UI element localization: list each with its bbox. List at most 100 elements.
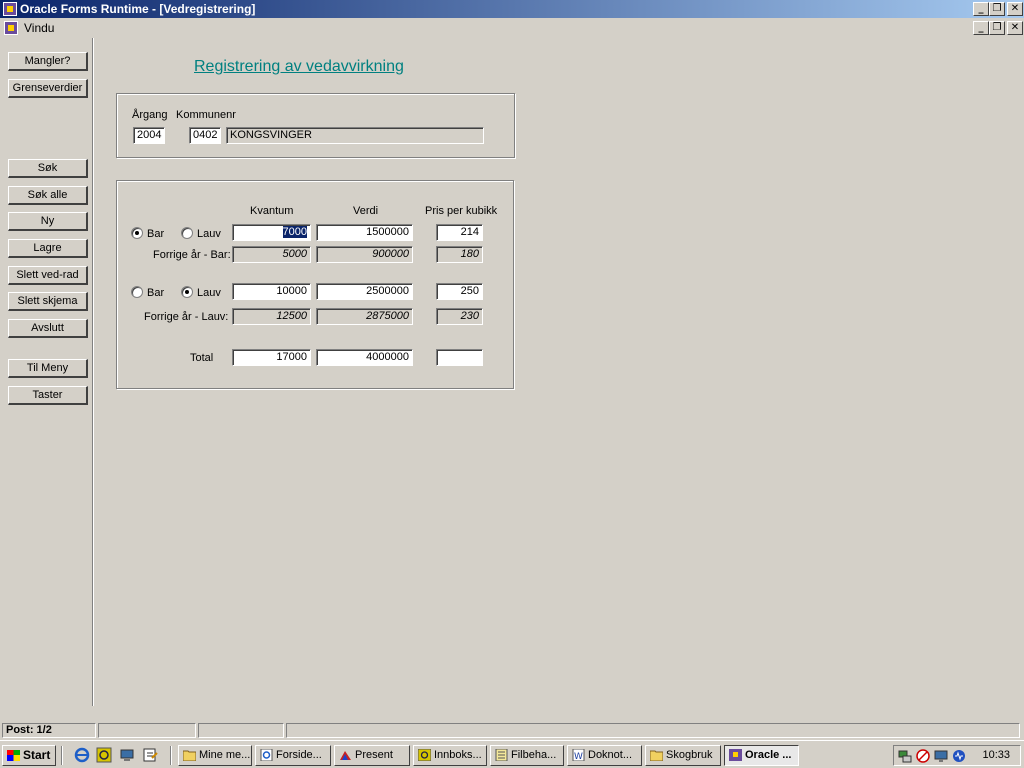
taskbar-separator bbox=[61, 746, 63, 765]
task-mine-me[interactable]: Mine me... bbox=[178, 745, 252, 766]
prev2-kvantum-field: 12500 bbox=[232, 308, 311, 325]
task-doknot[interactable]: W Doknot... bbox=[567, 745, 642, 766]
document-icon bbox=[4, 21, 18, 35]
task-label: Filbeha... bbox=[511, 749, 557, 761]
audio-icon[interactable] bbox=[952, 749, 966, 763]
aargang-field[interactable]: 2004 bbox=[133, 127, 165, 144]
prev2-verdi-field: 2875000 bbox=[316, 308, 413, 325]
til-meny-button[interactable]: Til Meny bbox=[8, 359, 88, 378]
grenseverdier-button[interactable]: Grenseverdier bbox=[8, 79, 88, 98]
outlook-icon bbox=[418, 749, 431, 761]
status-cell-3 bbox=[198, 723, 284, 738]
network-icon[interactable] bbox=[898, 749, 912, 763]
row2-pris-field[interactable]: 250 bbox=[436, 283, 483, 300]
status-post: Post: 1/2 bbox=[2, 723, 96, 738]
avslutt-button[interactable]: Avslutt bbox=[8, 319, 88, 338]
kommunenr-field[interactable]: 0402 bbox=[189, 127, 221, 144]
total-verdi-field: 4000000 bbox=[316, 349, 413, 366]
prev1-kvantum-field: 5000 bbox=[232, 246, 311, 263]
prev2-label: Forrige år - Lauv: bbox=[144, 311, 229, 323]
desktop-icon[interactable] bbox=[119, 747, 135, 763]
start-label: Start bbox=[23, 748, 51, 762]
row2-lauv-radio[interactable] bbox=[181, 286, 193, 298]
kvantum-header: Kvantum bbox=[250, 205, 294, 217]
taskbar-separator bbox=[170, 746, 172, 765]
taster-button[interactable]: Taster bbox=[8, 386, 88, 405]
prev1-verdi-field: 900000 bbox=[316, 246, 413, 263]
antivirus-icon[interactable] bbox=[916, 749, 930, 763]
task-label: Forside... bbox=[276, 749, 322, 761]
word-icon: W bbox=[572, 749, 585, 761]
row1-kvantum-value: 7000 bbox=[282, 226, 307, 238]
total-kvantum-field: 17000 bbox=[232, 349, 311, 366]
pris-header: Pris per kubikk bbox=[425, 205, 498, 217]
folder-icon bbox=[183, 750, 196, 761]
system-tray: 10:33 bbox=[893, 745, 1021, 766]
kommune-name-field: KONGSVINGER bbox=[226, 127, 484, 144]
sok-alle-button[interactable]: Søk alle bbox=[8, 186, 88, 205]
child-close-button[interactable]: ✕ bbox=[1007, 21, 1023, 35]
page-title: Registrering av vedavvirkning bbox=[194, 58, 404, 75]
task-filbeha[interactable]: Filbeha... bbox=[490, 745, 564, 766]
task-label: Skogbruk bbox=[666, 749, 713, 761]
task-skogbruk[interactable]: Skogbruk bbox=[645, 745, 721, 766]
sok-button[interactable]: Søk bbox=[8, 159, 88, 178]
row1-bar-label: Bar bbox=[147, 228, 165, 240]
total-label: Total bbox=[190, 352, 214, 364]
presentation-icon bbox=[340, 751, 351, 760]
notepad-icon[interactable] bbox=[142, 747, 158, 763]
restore-button[interactable]: ❐ bbox=[989, 2, 1005, 16]
row1-pris-field[interactable]: 214 bbox=[436, 224, 483, 241]
svg-text:W: W bbox=[574, 752, 583, 761]
menubar: Vindu _ ❐ ✕ bbox=[0, 18, 1024, 38]
slett-ved-rad-button[interactable]: Slett ved-rad bbox=[8, 266, 88, 285]
verdi-header: Verdi bbox=[353, 205, 379, 217]
start-button[interactable]: Start bbox=[2, 745, 56, 766]
child-restore-button[interactable]: ❐ bbox=[989, 21, 1005, 35]
window-titlebar: Oracle Forms Runtime - [Vedregistrering]… bbox=[0, 0, 1024, 18]
lagre-button[interactable]: Lagre bbox=[8, 239, 88, 258]
row1-bar-radio[interactable] bbox=[131, 227, 143, 239]
row1-verdi-field[interactable]: 1500000 bbox=[316, 224, 413, 241]
slett-skjema-button[interactable]: Slett skjema bbox=[8, 292, 88, 311]
outlook-icon[interactable] bbox=[96, 747, 112, 763]
ny-button[interactable]: Ny bbox=[8, 212, 88, 231]
internet-explorer-icon bbox=[260, 749, 273, 761]
task-label: Doknot... bbox=[588, 749, 633, 761]
total-pris-field bbox=[436, 349, 483, 366]
row2-bar-radio[interactable] bbox=[131, 286, 143, 298]
display-icon[interactable] bbox=[934, 749, 948, 763]
task-label: Oracle ... bbox=[745, 749, 792, 761]
clock: 10:33 bbox=[982, 749, 1010, 761]
row1-lauv-label: Lauv bbox=[197, 228, 221, 240]
oracle-forms-icon bbox=[729, 749, 742, 761]
minimize-button[interactable]: _ bbox=[973, 2, 989, 16]
task-oracle[interactable]: Oracle ... bbox=[724, 745, 799, 766]
task-label: Present bbox=[355, 749, 393, 761]
internet-explorer-icon[interactable] bbox=[74, 747, 90, 763]
prev2-pris-field: 230 bbox=[436, 308, 483, 325]
row2-kvantum-field[interactable]: 10000 bbox=[232, 283, 311, 300]
window-title: Oracle Forms Runtime - [Vedregistrering] bbox=[20, 2, 256, 16]
task-innboks[interactable]: Innboks... bbox=[413, 745, 487, 766]
header-frame bbox=[116, 93, 515, 158]
menu-vindu[interactable]: Vindu bbox=[24, 21, 54, 35]
status-bar: Post: 1/2 bbox=[0, 721, 1024, 739]
windows-flag-icon bbox=[7, 750, 20, 761]
prev1-label: Forrige år - Bar: bbox=[153, 249, 231, 261]
child-minimize-button[interactable]: _ bbox=[973, 21, 989, 35]
folder-icon bbox=[650, 750, 663, 761]
mangler-button[interactable]: Mangler? bbox=[8, 52, 88, 71]
row2-verdi-field[interactable]: 2500000 bbox=[316, 283, 413, 300]
task-label: Mine me... bbox=[199, 749, 251, 761]
task-forside[interactable]: Forside... bbox=[255, 745, 331, 766]
row2-lauv-label: Lauv bbox=[197, 287, 221, 299]
task-present[interactable]: Present bbox=[334, 745, 410, 766]
row1-kvantum-field[interactable]: 7000 bbox=[232, 224, 311, 241]
status-cell-2 bbox=[98, 723, 196, 738]
row2-bar-label: Bar bbox=[147, 287, 165, 299]
prev1-pris-field: 180 bbox=[436, 246, 483, 263]
close-button[interactable]: ✕ bbox=[1007, 2, 1023, 16]
task-label: Innboks... bbox=[434, 749, 482, 761]
row1-lauv-radio[interactable] bbox=[181, 227, 193, 239]
